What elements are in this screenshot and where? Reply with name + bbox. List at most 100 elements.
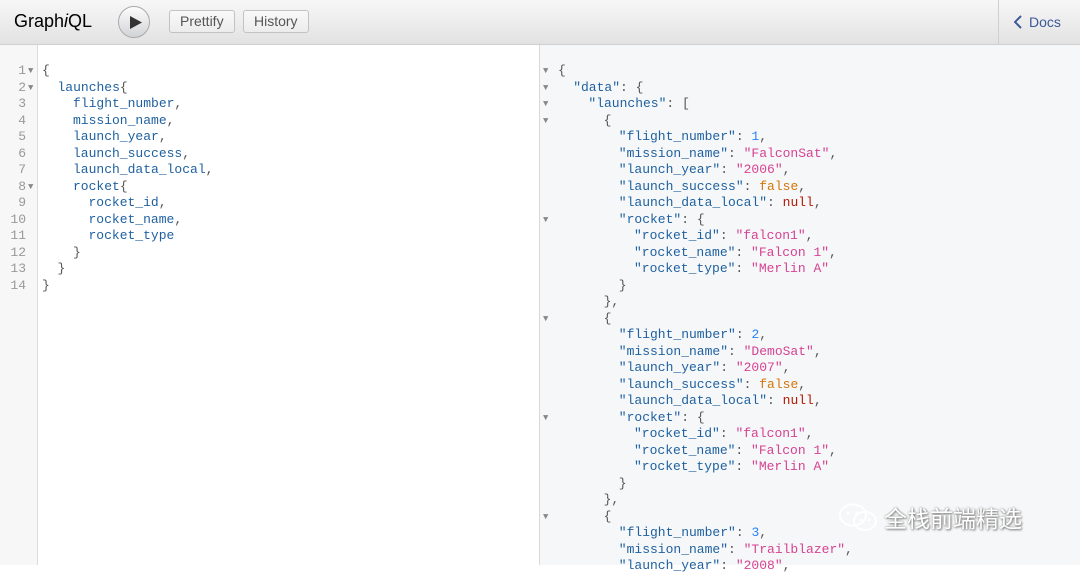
code-token: , bbox=[805, 426, 814, 441]
code-line[interactable]: rocket{ bbox=[73, 179, 128, 196]
code-token: , bbox=[798, 178, 807, 194]
code-line[interactable]: } bbox=[73, 245, 81, 262]
code-token: rocket_name bbox=[88, 211, 175, 227]
fold-arrow-icon[interactable]: ▼ bbox=[543, 509, 548, 526]
fold-arrow-icon[interactable]: ▼ bbox=[543, 311, 548, 328]
result-line: "rocket_name": "Falcon 1", bbox=[634, 443, 837, 460]
code-token: , bbox=[759, 525, 768, 540]
code-token: , bbox=[782, 360, 791, 375]
fold-arrow-icon[interactable]: ▼ bbox=[543, 80, 548, 97]
code-token: "data" bbox=[573, 79, 620, 95]
line-number: 13 bbox=[10, 261, 26, 276]
line-number: 12 bbox=[10, 244, 26, 260]
code-token: }, bbox=[603, 492, 620, 507]
result-line: "flight_number": 3, bbox=[619, 525, 767, 542]
fold-arrow-icon[interactable]: ▼ bbox=[543, 63, 548, 80]
code-token: mission_name bbox=[73, 112, 167, 128]
code-token: : bbox=[720, 162, 736, 177]
execute-query-button[interactable] bbox=[118, 6, 150, 38]
code-token: null bbox=[782, 393, 814, 408]
code-token: "FalconSat" bbox=[743, 145, 830, 161]
code-token: "mission_name" bbox=[618, 343, 729, 359]
code-token: "rocket_type" bbox=[634, 261, 736, 276]
code-line[interactable]: rocket_type bbox=[89, 228, 175, 245]
code-token: launch_success bbox=[73, 145, 183, 161]
code-token: { bbox=[119, 79, 128, 95]
code-line[interactable]: launch_data_local, bbox=[73, 162, 213, 179]
result-line: "launches": [ bbox=[588, 96, 689, 113]
fold-arrow-icon[interactable]: ▼ bbox=[543, 410, 548, 427]
code-line[interactable]: rocket_name, bbox=[89, 212, 183, 229]
code-token: : bbox=[719, 426, 736, 441]
line-number: 9 bbox=[18, 195, 26, 210]
code-token: "launch_year" bbox=[618, 360, 721, 375]
toolbar: GraphiQL Prettify History Docs bbox=[0, 0, 1080, 45]
history-button[interactable]: History bbox=[243, 10, 309, 33]
code-token: launches bbox=[57, 79, 120, 95]
result-line: "mission_name": "FalconSat", bbox=[619, 146, 837, 163]
result-line: "launch_data_local": null, bbox=[619, 195, 822, 212]
docs-button[interactable]: Docs bbox=[998, 0, 1080, 45]
code-line[interactable]: mission_name, bbox=[73, 113, 174, 130]
code-token: : bbox=[743, 178, 760, 194]
code-token: } bbox=[618, 277, 627, 293]
graphiql-logo: GraphiQL bbox=[14, 11, 93, 31]
code-token: "Merlin A" bbox=[751, 261, 830, 276]
fold-arrow-icon[interactable]: ▼ bbox=[28, 80, 33, 97]
code-token: { bbox=[558, 63, 566, 78]
result-line: }, bbox=[604, 492, 620, 509]
code-token: : [ bbox=[666, 96, 690, 111]
code-token: , bbox=[782, 162, 791, 177]
watermark-text: 全栈前端精选 bbox=[884, 507, 1022, 533]
result-line: { bbox=[604, 113, 612, 130]
result-line: "launch_success": false, bbox=[619, 377, 806, 394]
line-number: 10 bbox=[10, 211, 26, 227]
code-token: "flight_number" bbox=[618, 129, 736, 144]
code-token: : bbox=[735, 327, 752, 342]
result-line: "rocket_id": "falcon1", bbox=[634, 228, 813, 245]
code-token: , bbox=[158, 195, 167, 210]
code-token: : bbox=[735, 129, 752, 144]
code-token: rocket bbox=[73, 178, 120, 194]
line-number: 6 bbox=[18, 145, 26, 161]
code-token: , bbox=[829, 145, 838, 161]
code-line[interactable]: launch_success, bbox=[73, 146, 190, 163]
fold-arrow-icon[interactable]: ▼ bbox=[28, 179, 33, 196]
line-number: 2 bbox=[18, 79, 26, 95]
code-token: rocket_id bbox=[88, 195, 159, 210]
code-line[interactable]: } bbox=[42, 278, 50, 295]
code-token: "rocket_name" bbox=[634, 244, 736, 260]
code-token: } bbox=[57, 261, 66, 276]
code-token: "2008" bbox=[735, 558, 783, 573]
result-line: "rocket": { bbox=[619, 212, 705, 229]
code-line[interactable]: flight_number, bbox=[73, 96, 182, 113]
code-token: : { bbox=[681, 211, 705, 227]
result-line: "mission_name": "DemoSat", bbox=[619, 344, 822, 361]
fold-arrow-icon[interactable]: ▼ bbox=[543, 212, 548, 229]
code-token: "2006" bbox=[735, 162, 783, 177]
docs-label: Docs bbox=[1029, 14, 1061, 30]
code-token: { bbox=[603, 112, 612, 128]
code-token: , bbox=[166, 112, 175, 128]
code-line[interactable]: launches{ bbox=[58, 80, 128, 97]
code-line[interactable]: } bbox=[58, 261, 66, 278]
prettify-button[interactable]: Prettify bbox=[169, 10, 235, 33]
result-line: } bbox=[619, 278, 627, 295]
code-token: "rocket_name" bbox=[634, 442, 736, 458]
fold-arrow-icon[interactable]: ▼ bbox=[28, 63, 33, 80]
code-token: , bbox=[759, 327, 768, 342]
code-token: , bbox=[174, 96, 183, 111]
code-token: , bbox=[813, 343, 822, 359]
code-token: "flight_number" bbox=[618, 327, 736, 342]
code-line[interactable]: rocket_id, bbox=[89, 195, 167, 212]
result-line: { bbox=[604, 509, 612, 526]
code-line[interactable]: { bbox=[42, 63, 50, 80]
fold-arrow-icon[interactable]: ▼ bbox=[543, 113, 548, 130]
fold-arrow-icon[interactable]: ▼ bbox=[543, 96, 548, 113]
code-token: "rocket_id" bbox=[634, 426, 720, 441]
code-token: "launch_data_local" bbox=[618, 393, 768, 408]
code-token: "launch_year" bbox=[618, 162, 721, 177]
code-token: { bbox=[603, 508, 612, 524]
code-line[interactable]: launch_year, bbox=[73, 129, 167, 146]
code-token: : bbox=[719, 228, 736, 243]
